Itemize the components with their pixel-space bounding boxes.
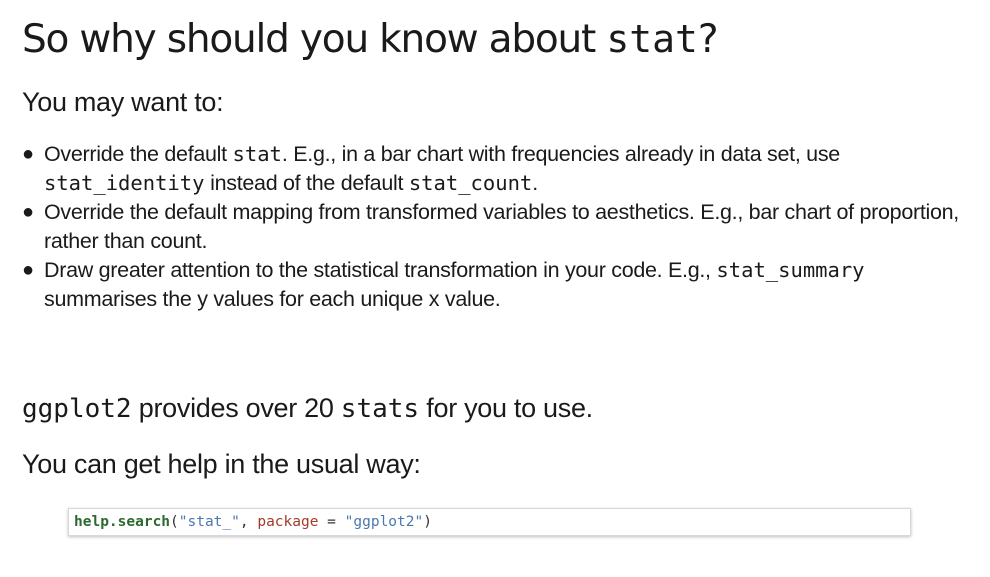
bullet-1-text-3: instead of the default (204, 171, 409, 195)
bullet-icon: ● (22, 259, 34, 281)
title-text: So why should you know about (22, 17, 607, 62)
provides-code-2: stats (340, 394, 420, 424)
bullet-3-text-2: summarises the y values for each unique … (44, 287, 501, 311)
code-string-1: "stat_" (178, 514, 240, 530)
help-heading: You can get help in the usual way: (22, 449, 421, 479)
bullet-1-text-4: . (532, 171, 538, 195)
code-close-paren: ) (423, 514, 432, 530)
bullet-1-code-1: stat (232, 142, 282, 166)
provides-text-1: provides over 20 (131, 393, 341, 423)
code-open-paren: ( (170, 514, 179, 530)
intro-heading: You may want to: (22, 87, 224, 117)
code-comma: , (239, 514, 258, 530)
code-param: package (257, 514, 319, 530)
page-title: So why should you know about stat? (22, 12, 719, 67)
provides-text-2: for you to use. (419, 393, 593, 423)
bullet-2-text: Override the default mapping from transf… (44, 200, 959, 253)
slide: So why should you know about stat? You m… (22, 0, 990, 577)
code-block[interactable]: help.search("stat_", package = "ggplot2"… (68, 508, 911, 536)
code-equals: = (318, 514, 345, 530)
bullet-3-text-1: Draw greater attention to the statistica… (44, 258, 717, 282)
list-item: ● Draw greater attention to the statistic… (22, 256, 974, 314)
reasons-list: ● Override the default stat. E.g., in a b… (22, 140, 974, 314)
bullet-1-text-2: . E.g., in a bar chart with frequencies … (281, 142, 840, 166)
list-item: ● Override the default stat. E.g., in a b… (22, 140, 974, 198)
bullet-3-code-1: stat_summary (716, 258, 865, 282)
bullet-1-code-3: stat_count (408, 171, 533, 195)
provides-heading: ggplot2 provides over 20 stats for you t… (22, 391, 593, 426)
bullet-icon: ● (22, 143, 34, 165)
list-item: ● Override the default mapping from trans… (22, 198, 974, 256)
bullet-icon: ● (22, 201, 34, 223)
title-code: stat (606, 17, 698, 61)
provides-code-1: ggplot2 (22, 394, 132, 424)
code-string-2: "ggplot2" (344, 514, 424, 530)
code-function: help.search (74, 514, 171, 530)
bullet-1-code-2: stat_identity (44, 171, 205, 195)
bullet-1-text-1: Override the default (44, 142, 233, 166)
title-suffix: ? (697, 17, 719, 62)
